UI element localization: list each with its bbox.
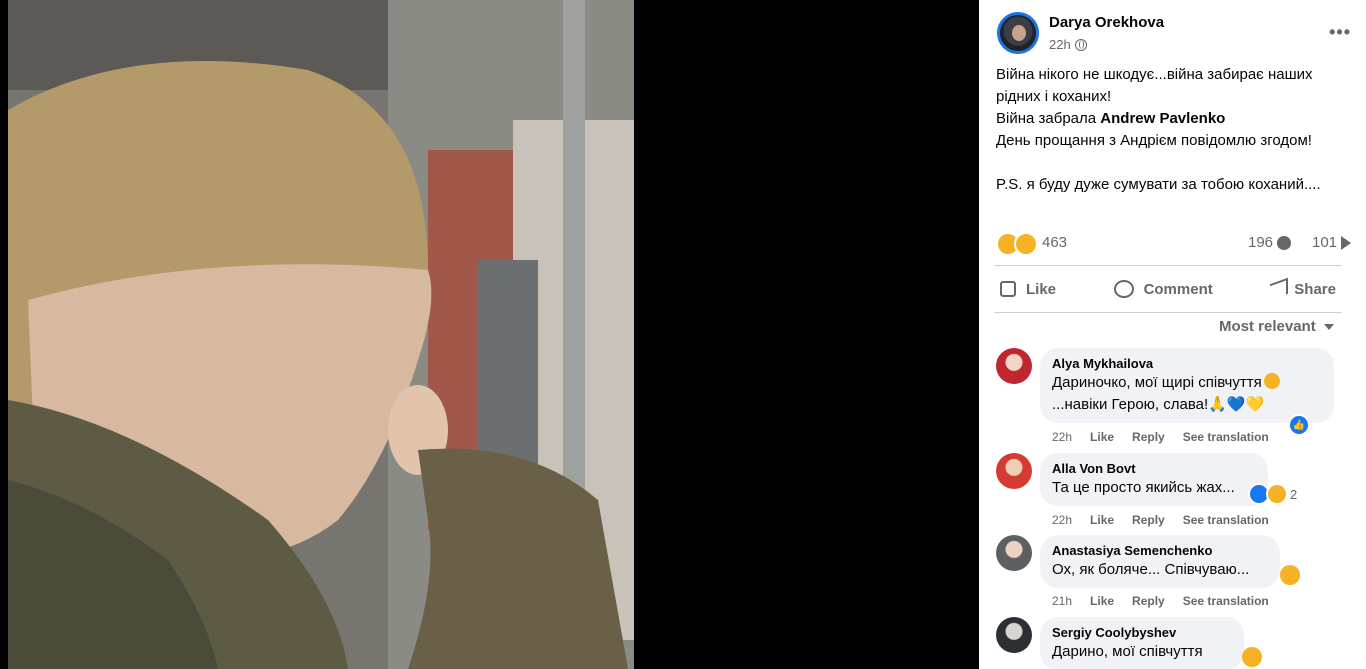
divider [994, 265, 1342, 266]
commenter-avatar[interactable] [996, 453, 1032, 489]
comment-button[interactable]: Comment [1108, 270, 1219, 308]
like-reaction-icon[interactable]: 👍 [1288, 414, 1310, 436]
post-text-line: День прощання з Андрієм повідомлю згодом… [996, 132, 1312, 149]
post-text-line: P.S. я буду дуже сумувати за тобою кохан… [996, 176, 1321, 193]
share-count[interactable]: 101 [1312, 234, 1352, 251]
sort-label: Most relevant [1219, 318, 1316, 335]
globe-icon [1074, 38, 1087, 51]
post-text: Війна нікого не шкодує...війна забирає н… [996, 64, 1356, 196]
like-button[interactable]: Like [994, 270, 1062, 308]
comment-count[interactable]: 196 [1248, 234, 1292, 251]
photo-viewer [0, 0, 978, 669]
comment-sort-dropdown[interactable]: Most relevant [1219, 318, 1334, 335]
share-button[interactable]: Share [1264, 270, 1342, 308]
photo-illustration [8, 0, 634, 669]
comment-like-link[interactable]: Like [1090, 430, 1114, 444]
reactions-summary: 463 196 101 [996, 230, 1352, 256]
comment-bubble: Alya Mykhailova Дариночко, мої щирі спів… [1040, 348, 1334, 423]
see-translation-link[interactable]: See translation [1183, 430, 1269, 444]
comment-bubble: Sergiy Coolybyshev Дарино, мої співчуття [1040, 617, 1244, 669]
comment-bubble: Alla Von Bovt Та це просто якийсь жах... [1040, 453, 1268, 506]
commenter-avatar[interactable] [996, 617, 1032, 653]
see-translation-link[interactable]: See translation [1183, 594, 1269, 608]
post-text-prefix: Війна забрала [996, 110, 1101, 127]
commenter-avatar[interactable] [996, 535, 1032, 571]
comment-actions: 21h Like Reply See translation [1052, 594, 1269, 608]
commenter-avatar[interactable] [996, 348, 1032, 384]
sad-emoji-icon [1242, 647, 1262, 667]
share-arrow-icon [1341, 235, 1352, 250]
post-meta: 22h [1049, 37, 1087, 52]
more-options-icon[interactable]: ••• [1329, 22, 1351, 43]
comment-icon [1113, 280, 1134, 298]
post-actions: Like Comment Share [994, 270, 1342, 308]
sad-emoji-icon [1263, 373, 1280, 389]
comment-label: Comment [1143, 280, 1213, 298]
commenter-name[interactable]: Alla Von Bovt [1052, 461, 1256, 476]
comment-text: Дариночко, мої щирі співчуття [1052, 373, 1322, 393]
comment-count-value: 196 [1248, 234, 1274, 251]
like-label: Like [1026, 280, 1057, 298]
care-reaction-icon [1014, 232, 1038, 256]
thumbs-up-icon [1000, 281, 1016, 297]
comment-text-line: ...навіки Герою, слава!🙏💙💛 [1052, 396, 1265, 413]
post-side-panel: Darya Orekhova 22h ••• Війна нікого не ш… [979, 0, 1366, 669]
post-text-line: Війна нікого не шкодує...війна забирає н… [996, 66, 1313, 105]
post-photo[interactable] [8, 0, 634, 669]
author-avatar[interactable] [997, 12, 1039, 54]
sad-emoji-icon [1280, 565, 1300, 585]
commenter-name[interactable]: Alya Mykhailova [1052, 356, 1322, 371]
comment-actions: 22h Like Reply See translation [1052, 513, 1269, 527]
comment-time[interactable]: 22h [1052, 513, 1072, 527]
comment-text: Та це просто якийсь жах... [1052, 479, 1235, 496]
reaction-icons[interactable] [996, 232, 1038, 256]
comment-reply-link[interactable]: Reply [1132, 594, 1165, 608]
comment-bubble-icon [1277, 235, 1292, 250]
comment-reply-link[interactable]: Reply [1132, 430, 1165, 444]
caret-down-icon [1323, 323, 1334, 330]
mention-link[interactable]: Andrew Pavlenko [1100, 110, 1225, 127]
comment-like-link[interactable]: Like [1090, 594, 1114, 608]
comment-text: Дарино, мої співчуття [1052, 643, 1203, 660]
post-text-line: Війна забрала Andrew Pavlenko [996, 108, 1356, 130]
share-label: Share [1294, 280, 1336, 298]
comment-time[interactable]: 21h [1052, 594, 1072, 608]
post-time[interactable]: 22h [1049, 37, 1071, 52]
reaction-count[interactable]: 463 [1042, 234, 1067, 251]
post-header: Darya Orekhova 22h ••• [997, 12, 1357, 56]
share-count-value: 101 [1312, 234, 1338, 251]
sad-reaction-icon [1266, 483, 1288, 505]
comment-time[interactable]: 22h [1052, 430, 1072, 444]
see-translation-link[interactable]: See translation [1183, 513, 1269, 527]
comment-like-link[interactable]: Like [1090, 513, 1114, 527]
comment-reaction-count: 2 [1290, 486, 1298, 502]
comment-text-line: Дариночко, мої щирі співчуття [1052, 374, 1262, 391]
commenter-name[interactable]: Anastasiya Semenchenko [1052, 543, 1268, 558]
divider [994, 312, 1342, 313]
comment-reply-link[interactable]: Reply [1132, 513, 1165, 527]
share-icon [1270, 281, 1284, 297]
comment-reactions[interactable]: 2 [1248, 483, 1297, 505]
author-name[interactable]: Darya Orekhova [1049, 14, 1164, 31]
comment-actions: 22h Like Reply See translation [1052, 430, 1269, 444]
comment-text: Ох, як боляче... Співчуваю... [1052, 561, 1250, 578]
commenter-name[interactable]: Sergiy Coolybyshev [1052, 625, 1232, 640]
comment-bubble: Anastasiya Semenchenko Ох, як боляче... … [1040, 535, 1280, 588]
